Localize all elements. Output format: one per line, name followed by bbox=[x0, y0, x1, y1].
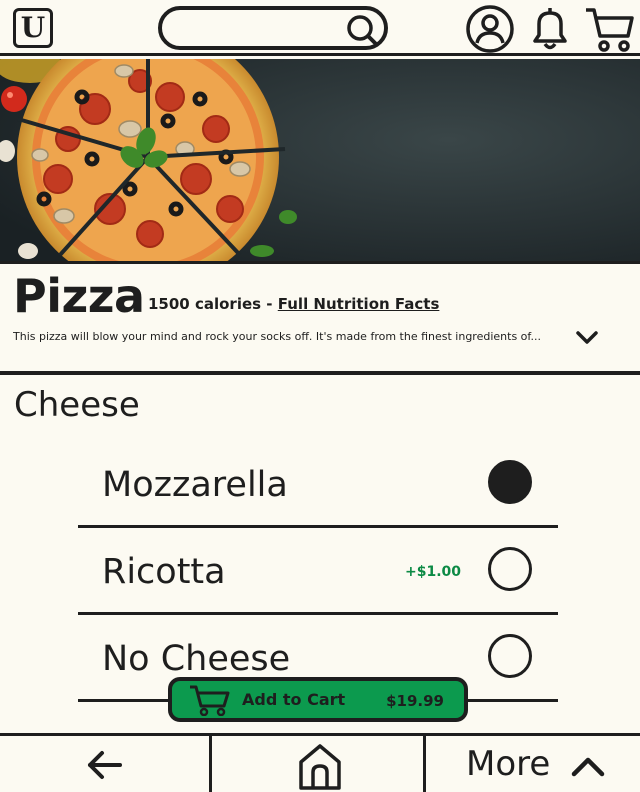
cart-icon bbox=[190, 685, 230, 716]
radio-unselected[interactable] bbox=[488, 547, 532, 591]
radio-unselected[interactable] bbox=[488, 634, 532, 678]
home-icon[interactable] bbox=[295, 740, 345, 792]
cart-icon[interactable] bbox=[584, 4, 634, 54]
back-arrow-icon[interactable] bbox=[80, 742, 128, 788]
pizza-photo bbox=[0, 59, 640, 261]
option-price: +$1.00 bbox=[404, 564, 461, 580]
add-to-cart-label: Add to Cart bbox=[242, 690, 346, 709]
app-logo[interactable]: U bbox=[13, 8, 53, 48]
cart-total-price: $19.99 bbox=[386, 692, 444, 710]
bell-icon[interactable] bbox=[525, 4, 575, 54]
calorie-info: 1500 calories - Full Nutrition Facts bbox=[148, 294, 439, 314]
section-divider bbox=[0, 371, 640, 375]
hero-divider bbox=[0, 261, 640, 264]
top-bar: U bbox=[0, 0, 640, 56]
option-group-title: Cheese bbox=[14, 385, 140, 425]
account-icon[interactable] bbox=[465, 4, 515, 54]
chevron-up-icon[interactable] bbox=[568, 748, 608, 784]
option-ricotta[interactable]: Ricotta +$1.00 bbox=[78, 528, 558, 615]
option-label: No Cheese bbox=[102, 639, 291, 679]
option-mozzarella[interactable]: Mozzarella bbox=[78, 441, 558, 528]
bottom-nav: More bbox=[0, 733, 640, 792]
add-to-cart-button[interactable]: Add to Cart $19.99 bbox=[168, 677, 468, 722]
hero-image bbox=[0, 59, 640, 261]
more-menu-label[interactable]: More bbox=[466, 742, 550, 786]
product-description: This pizza will blow your mind and rock … bbox=[13, 330, 541, 343]
chevron-down-icon[interactable] bbox=[572, 322, 602, 352]
radio-selected[interactable] bbox=[488, 460, 532, 504]
search-icon[interactable] bbox=[344, 12, 380, 48]
option-label: Mozzarella bbox=[102, 465, 288, 505]
option-label: Ricotta bbox=[102, 552, 226, 592]
nutrition-facts-link[interactable]: Full Nutrition Facts bbox=[278, 295, 440, 313]
calorie-count: 1500 calories - bbox=[148, 295, 278, 313]
nav-separator bbox=[423, 736, 426, 792]
search-bar[interactable] bbox=[158, 6, 388, 50]
nav-separator bbox=[209, 736, 212, 792]
product-title: Pizza bbox=[13, 269, 145, 323]
search-input[interactable] bbox=[176, 16, 346, 40]
